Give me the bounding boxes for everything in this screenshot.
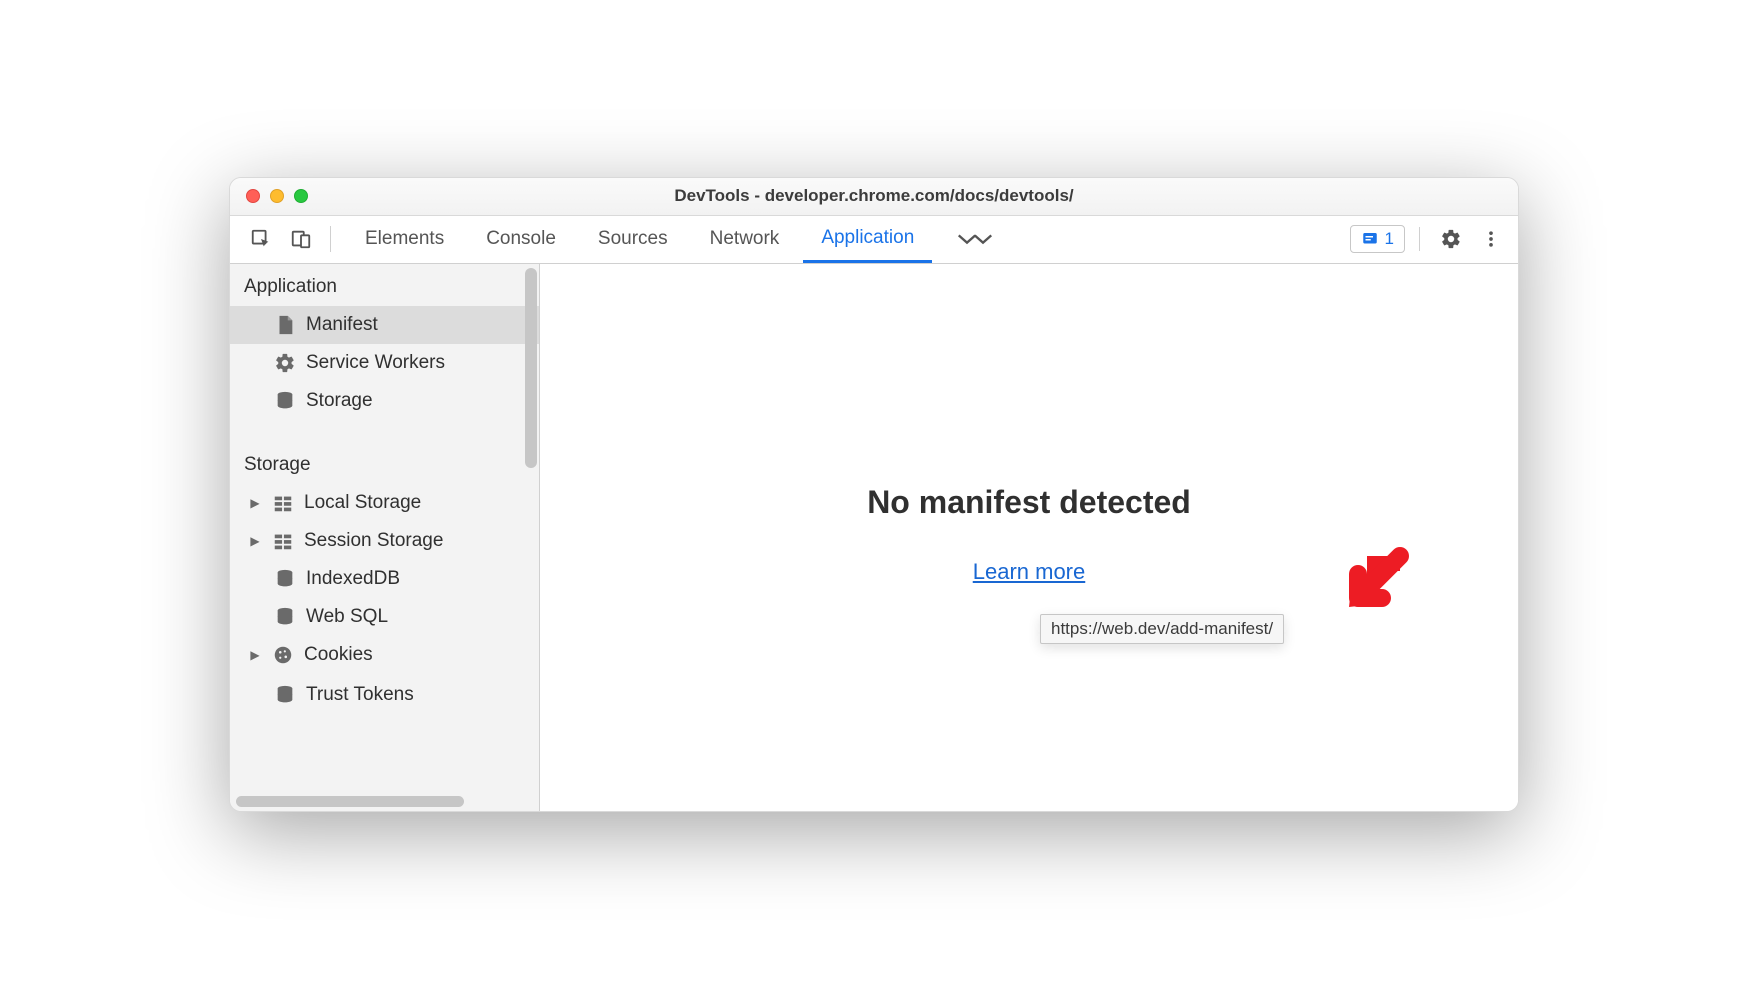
issues-badge[interactable]: 1 bbox=[1350, 225, 1405, 253]
inspect-element-icon[interactable] bbox=[244, 222, 278, 256]
close-window-button[interactable] bbox=[246, 189, 260, 203]
sidebar-item-label: Storage bbox=[306, 390, 373, 412]
sidebar-item-label: Web SQL bbox=[306, 606, 388, 628]
sidebar-item-label: Cookies bbox=[304, 644, 373, 666]
sidebar-item-local-storage[interactable]: ▶ Local Storage bbox=[230, 484, 539, 522]
database-icon bbox=[274, 684, 296, 706]
sidebar-item-manifest[interactable]: Manifest bbox=[230, 306, 539, 344]
tab-network[interactable]: Network bbox=[692, 216, 798, 263]
link-url-tooltip: https://web.dev/add-manifest/ bbox=[1040, 614, 1284, 644]
empty-state-heading: No manifest detected bbox=[540, 484, 1518, 521]
tab-application[interactable]: Application bbox=[803, 216, 932, 263]
sidebar-item-service-workers[interactable]: Service Workers bbox=[230, 344, 539, 382]
more-menu-icon[interactable] bbox=[1474, 222, 1508, 256]
table-icon bbox=[272, 530, 294, 552]
sidebar-scrollbar[interactable] bbox=[525, 268, 537, 468]
sidebar-section-storage: Storage bbox=[230, 442, 539, 484]
application-main-pane: No manifest detected Learn more https://… bbox=[540, 264, 1518, 811]
tab-sources[interactable]: Sources bbox=[580, 216, 686, 263]
document-icon bbox=[274, 314, 296, 336]
cookie-icon bbox=[272, 644, 294, 666]
annotation-arrow-icon bbox=[1340, 544, 1412, 621]
devtools-tabbar: Elements Console Sources Network Applica… bbox=[230, 216, 1518, 264]
sidebar-item-trust-tokens[interactable]: Trust Tokens bbox=[230, 676, 539, 714]
sidebar-item-cookies[interactable]: ▶ Cookies bbox=[230, 636, 539, 674]
settings-gear-icon[interactable] bbox=[1434, 222, 1468, 256]
sidebar-item-web-sql[interactable]: Web SQL bbox=[230, 598, 539, 636]
sidebar-item-label: Service Workers bbox=[306, 352, 445, 374]
devtools-window: DevTools - developer.chrome.com/docs/dev… bbox=[229, 177, 1519, 812]
sidebar-item-indexeddb[interactable]: IndexedDB bbox=[230, 560, 539, 598]
window-title: DevTools - developer.chrome.com/docs/dev… bbox=[674, 186, 1073, 206]
issues-count: 1 bbox=[1385, 229, 1394, 249]
learn-more-link[interactable]: Learn more bbox=[973, 559, 1086, 584]
sidebar-item-session-storage[interactable]: ▶ Session Storage bbox=[230, 522, 539, 560]
application-sidebar: Application Manifest Service Workers Sto… bbox=[230, 264, 540, 811]
chevron-right-icon[interactable]: ▶ bbox=[248, 534, 262, 548]
sidebar-item-storage[interactable]: Storage bbox=[230, 382, 539, 420]
sidebar-item-label: Session Storage bbox=[304, 530, 443, 552]
sidebar-horizontal-scrollbar[interactable] bbox=[236, 796, 464, 807]
gear-icon bbox=[274, 352, 296, 374]
devtools-body: Application Manifest Service Workers Sto… bbox=[230, 264, 1518, 811]
chevron-right-icon[interactable]: ▶ bbox=[248, 648, 262, 662]
divider bbox=[1419, 227, 1420, 251]
tab-elements[interactable]: Elements bbox=[347, 216, 462, 263]
sidebar-item-label: Manifest bbox=[306, 314, 378, 336]
minimize-window-button[interactable] bbox=[270, 189, 284, 203]
maximize-window-button[interactable] bbox=[294, 189, 308, 203]
table-icon bbox=[272, 492, 294, 514]
database-icon bbox=[274, 606, 296, 628]
toggle-device-toolbar-icon[interactable] bbox=[284, 222, 318, 256]
sidebar-item-label: Trust Tokens bbox=[306, 684, 414, 706]
database-icon bbox=[274, 390, 296, 412]
database-icon bbox=[274, 568, 296, 590]
titlebar: DevTools - developer.chrome.com/docs/dev… bbox=[230, 178, 1518, 216]
sidebar-item-label: IndexedDB bbox=[306, 568, 400, 590]
sidebar-section-application: Application bbox=[230, 264, 539, 306]
tab-overflow[interactable] bbox=[938, 216, 1012, 263]
tab-console[interactable]: Console bbox=[468, 216, 574, 263]
window-controls bbox=[246, 189, 308, 203]
chevron-right-icon[interactable]: ▶ bbox=[248, 496, 262, 510]
sidebar-item-label: Local Storage bbox=[304, 492, 421, 514]
divider bbox=[330, 226, 331, 252]
